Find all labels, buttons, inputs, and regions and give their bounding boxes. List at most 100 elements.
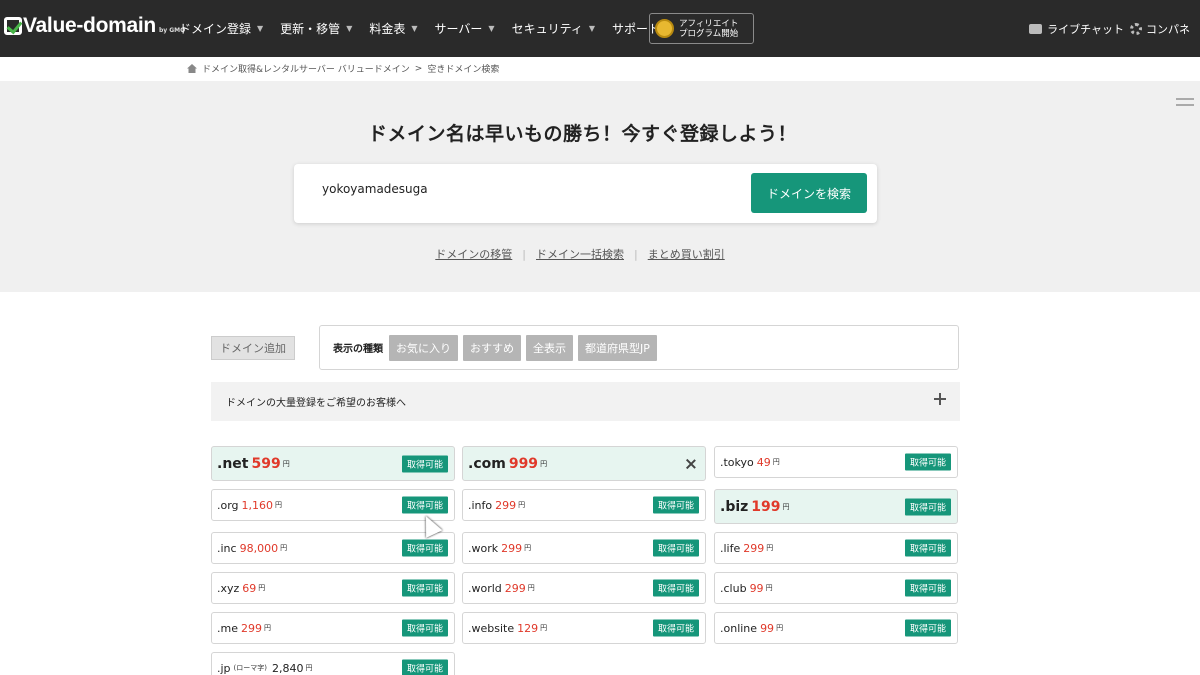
site-logo[interactable]: Value-domain by GMO — [4, 14, 185, 38]
domain-price: 299 — [495, 498, 517, 512]
available-badge[interactable]: 取得可能 — [904, 579, 951, 597]
domain-card-life[interactable]: .life 299 円 取得可能 — [714, 532, 958, 564]
available-badge[interactable]: 取得可能 — [401, 455, 448, 472]
domain-tld: .club — [720, 581, 747, 595]
domain-tld: .me — [217, 621, 238, 635]
domain-card-net[interactable]: .net 599 円 取得可能 — [211, 446, 455, 481]
page-title: ドメイン名は早いもの勝ち！今すぐ登録しよう！ — [367, 123, 797, 145]
logo-text: Value-domain — [23, 14, 156, 37]
bulk-registration-label: ドメインの大量登録をご希望のお客様へ — [226, 398, 406, 409]
hero-search-section: ドメイン名は早いもの勝ち！今すぐ登録しよう！ ドメインを検索 ドメインの移管|ド… — [0, 81, 1200, 292]
nav-item-renew-transfer[interactable]: 更新・移管 ▼ — [280, 20, 352, 37]
domain-price: 2,840 — [272, 661, 304, 675]
gear-icon — [1130, 22, 1142, 35]
domain-tld: .work — [468, 541, 499, 555]
available-badge[interactable]: 取得可能 — [401, 659, 448, 675]
yen-unit: 円 — [280, 544, 288, 552]
live-chat-link[interactable]: ライブチャット — [1029, 21, 1124, 37]
domain-card-club[interactable]: .club 99 円 取得可能 — [714, 572, 958, 604]
yen-unit: 円 — [540, 624, 548, 632]
domain-search-button[interactable]: ドメインを検索 — [751, 173, 867, 213]
nav-label: 料金表 — [369, 22, 406, 36]
domain-price: 299 — [743, 541, 765, 555]
domain-card-world[interactable]: .world 299 円 取得可能 — [462, 572, 706, 604]
nav-item-security[interactable]: セキュリティ ▼ — [512, 20, 595, 37]
domain-note: (ローマ字) — [233, 664, 268, 672]
filter-recommended[interactable]: おすすめ — [463, 334, 521, 361]
available-badge[interactable]: 取得可能 — [652, 539, 699, 557]
nav-label: サーバー — [434, 22, 483, 36]
available-badge[interactable]: 取得可能 — [652, 619, 699, 637]
chevron-down-icon: ▼ — [257, 24, 264, 33]
filter-favorites[interactable]: お気に入り — [389, 334, 458, 361]
nav-item-domain-register[interactable]: ドメイン登録 ▼ — [179, 20, 263, 37]
domain-card-jp[interactable]: .jp (ローマ字) 2,840 円 取得可能 — [211, 652, 455, 675]
available-badge[interactable]: 取得可能 — [904, 498, 951, 515]
breadcrumb-home-link[interactable]: ドメイン取得&レンタルサーバー バリュードメイン — [202, 62, 410, 75]
add-domain-button[interactable]: ドメイン追加 — [211, 336, 295, 360]
domain-card-online[interactable]: .online 99 円 取得可能 — [714, 612, 958, 644]
domain-card-website[interactable]: .website 129 円 取得可能 — [462, 612, 706, 644]
bulk-discount-link[interactable]: まとめ買い割引 — [648, 248, 725, 261]
available-badge[interactable]: 取得可能 — [652, 496, 699, 514]
domain-card-inc[interactable]: .inc 98,000 円 取得可能 — [211, 532, 455, 564]
yen-unit: 円 — [765, 584, 773, 592]
chevron-down-icon: ▼ — [488, 24, 495, 33]
domain-tld: .website — [468, 621, 515, 635]
domain-card-xyz[interactable]: .xyz 69 円 取得可能 — [211, 572, 455, 604]
domain-tld: .info — [468, 498, 493, 512]
plus-icon — [934, 393, 946, 405]
control-panel-link[interactable]: コンパネ — [1130, 21, 1190, 37]
domain-tld: .net — [217, 455, 249, 472]
bulk-registration-accordion[interactable]: ドメインの大量登録をご希望のお客様へ — [211, 382, 960, 421]
domain-card-tokyo[interactable]: .tokyo 49 円 取得可能 — [714, 446, 958, 478]
chevron-down-icon: ▼ — [411, 24, 418, 33]
available-badge[interactable]: 取得可能 — [904, 539, 951, 557]
hero-links: ドメインの移管 | ドメイン一括検索 | まとめ買い割引 — [0, 246, 1160, 262]
domain-tld: .inc — [217, 541, 237, 555]
domain-search-input[interactable] — [322, 182, 722, 196]
affiliate-text: アフィリエイト プログラム開始 — [679, 19, 738, 39]
available-badge[interactable]: 取得可能 — [904, 453, 951, 471]
domain-card-info[interactable]: .info 299 円 取得可能 — [462, 489, 706, 521]
display-type-filter: 表示の種類 お気に入り おすすめ 全表示 都道府県型JP — [319, 325, 959, 370]
domain-transfer-link[interactable]: ドメインの移管 — [435, 248, 512, 261]
available-badge[interactable]: 取得可能 — [401, 496, 448, 514]
available-badge[interactable]: 取得可能 — [401, 619, 448, 637]
domain-price: 599 — [251, 455, 281, 472]
swap-arrows-icon[interactable] — [1176, 95, 1194, 109]
affiliate-line-1: アフィリエイト — [679, 18, 739, 29]
breadcrumb-current: 空きドメイン検索 — [427, 65, 500, 75]
filter-prefecture-jp[interactable]: 都道府県型JP — [578, 334, 657, 361]
yen-unit: 円 — [518, 501, 526, 509]
domain-card-work[interactable]: .work 299 円 取得可能 — [462, 532, 706, 564]
chat-bubble-icon — [1029, 23, 1043, 34]
domain-price: 299 — [501, 541, 523, 555]
filter-show-all[interactable]: 全表示 — [526, 334, 573, 361]
available-badge[interactable]: 取得可能 — [401, 539, 448, 557]
yen-unit: 円 — [782, 502, 790, 511]
nav-item-pricing[interactable]: 料金表 ▼ — [369, 20, 417, 37]
yen-unit: 円 — [524, 544, 532, 552]
nav-item-server[interactable]: サーバー ▼ — [435, 20, 495, 37]
yen-unit: 円 — [772, 458, 780, 466]
domain-card-me[interactable]: .me 299 円 取得可能 — [211, 612, 455, 644]
domain-card-biz[interactable]: .biz 199 円 取得可能 — [714, 489, 958, 524]
domain-card-com[interactable]: .com 999 円 — [462, 446, 706, 481]
close-icon[interactable] — [686, 459, 696, 469]
domain-tld: .online — [720, 621, 758, 635]
yen-unit: 円 — [282, 459, 290, 468]
available-badge[interactable]: 取得可能 — [401, 579, 448, 597]
affiliate-program-button[interactable]: アフィリエイト プログラム開始 — [649, 13, 754, 44]
available-badge[interactable]: 取得可能 — [652, 579, 699, 597]
control-panel-label: コンパネ — [1146, 22, 1190, 36]
domain-price: 199 — [751, 498, 781, 515]
domain-card-org[interactable]: .org 1,160 円 取得可能 — [211, 489, 455, 521]
bulk-search-link[interactable]: ドメイン一括検索 — [536, 248, 624, 261]
available-badge[interactable]: 取得可能 — [904, 619, 951, 637]
nav-label: 更新・移管 — [280, 22, 341, 36]
coin-stack-icon — [655, 19, 674, 38]
yen-unit: 円 — [263, 624, 271, 632]
yen-unit: 円 — [275, 501, 283, 509]
nav-label: ドメイン登録 — [179, 22, 252, 36]
